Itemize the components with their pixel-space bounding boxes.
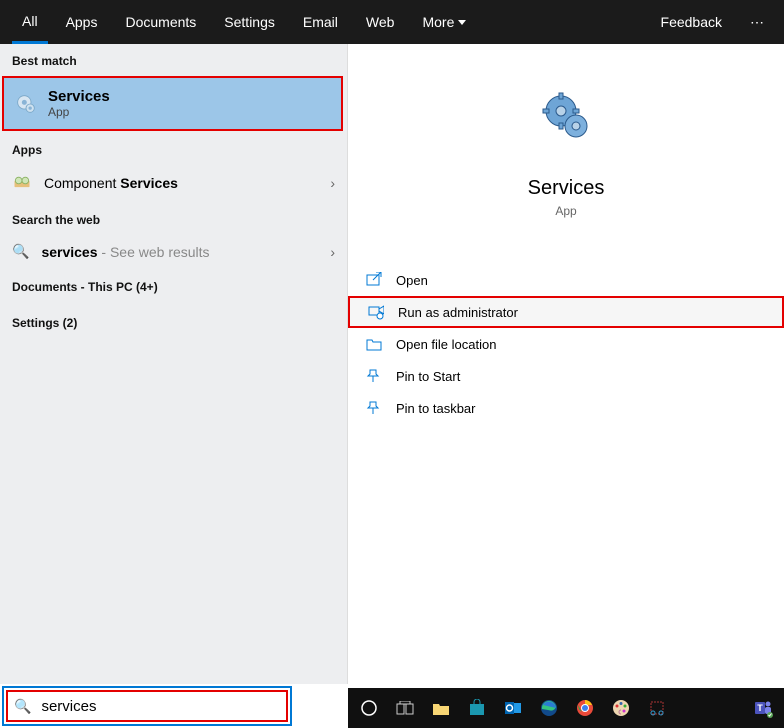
task-view-icon[interactable] <box>388 692 422 724</box>
chevron-right-icon: › <box>330 244 335 260</box>
best-match-sub: App <box>48 105 110 119</box>
pin-icon <box>366 368 382 384</box>
component-services-icon <box>12 173 32 193</box>
chevron-right-icon: › <box>330 175 335 191</box>
taskbar-edge-icon[interactable] <box>532 692 566 724</box>
taskbar-outlook-icon[interactable] <box>496 692 530 724</box>
search-input[interactable] <box>41 698 280 715</box>
results-panel: Best match Services App Apps Component S… <box>0 44 348 684</box>
tab-web[interactable]: Web <box>356 0 405 44</box>
admin-icon <box>368 304 384 320</box>
best-match-result[interactable]: Services App <box>2 76 343 131</box>
tab-settings[interactable]: Settings <box>214 0 285 44</box>
services-icon <box>16 94 36 114</box>
cortana-icon[interactable] <box>352 692 386 724</box>
web-result-text: services - See web results <box>41 244 209 260</box>
search-web-label: Search the web <box>0 203 347 233</box>
svg-text:T: T <box>757 703 763 713</box>
search-icon: 🔍 <box>12 243 29 260</box>
more-options-icon[interactable]: ⋯ <box>744 0 772 44</box>
taskbar: T <box>348 688 784 728</box>
search-box[interactable]: 🔍 <box>2 686 292 726</box>
filter-tabbar: All Apps Documents Settings Email Web Mo… <box>0 0 784 44</box>
settings-label[interactable]: Settings (2) <box>0 300 347 336</box>
apps-label: Apps <box>0 133 347 163</box>
best-match-title: Services <box>48 88 110 105</box>
open-icon <box>366 272 382 288</box>
folder-icon <box>366 336 382 352</box>
web-result[interactable]: 🔍 services - See web results › <box>0 233 347 270</box>
pin-icon <box>366 400 382 416</box>
action-open-file-location[interactable]: Open file location <box>348 328 784 360</box>
tab-apps[interactable]: Apps <box>56 0 108 44</box>
tab-more[interactable]: More <box>412 0 476 44</box>
preview-app-icon <box>538 88 594 149</box>
best-match-label: Best match <box>0 44 347 74</box>
taskbar-paint-icon[interactable] <box>604 692 638 724</box>
action-pin-to-taskbar[interactable]: Pin to taskbar <box>348 392 784 424</box>
action-run-as-administrator[interactable]: Run as administrator <box>348 296 784 328</box>
taskbar-snip-icon[interactable] <box>640 692 674 724</box>
preview-title: Services <box>528 177 605 200</box>
taskbar-teams-icon[interactable]: T <box>746 692 780 724</box>
taskbar-explorer-icon[interactable] <box>424 692 458 724</box>
search-icon: 🔍 <box>14 698 31 715</box>
tab-all[interactable]: All <box>12 0 48 44</box>
chevron-down-icon <box>458 20 466 25</box>
preview-panel: Services App Open Run as administrator O… <box>348 44 784 684</box>
action-open[interactable]: Open <box>348 264 784 296</box>
documents-label[interactable]: Documents - This PC (4+) <box>0 270 347 300</box>
feedback-link[interactable]: Feedback <box>647 0 736 44</box>
result-text: Component Services <box>44 175 178 191</box>
preview-sub: App <box>555 204 576 218</box>
taskbar-store-icon[interactable] <box>460 692 494 724</box>
tab-email[interactable]: Email <box>293 0 348 44</box>
result-component-services[interactable]: Component Services › <box>0 163 347 203</box>
tab-documents[interactable]: Documents <box>115 0 206 44</box>
action-pin-to-start[interactable]: Pin to Start <box>348 360 784 392</box>
taskbar-chrome-icon[interactable] <box>568 692 602 724</box>
